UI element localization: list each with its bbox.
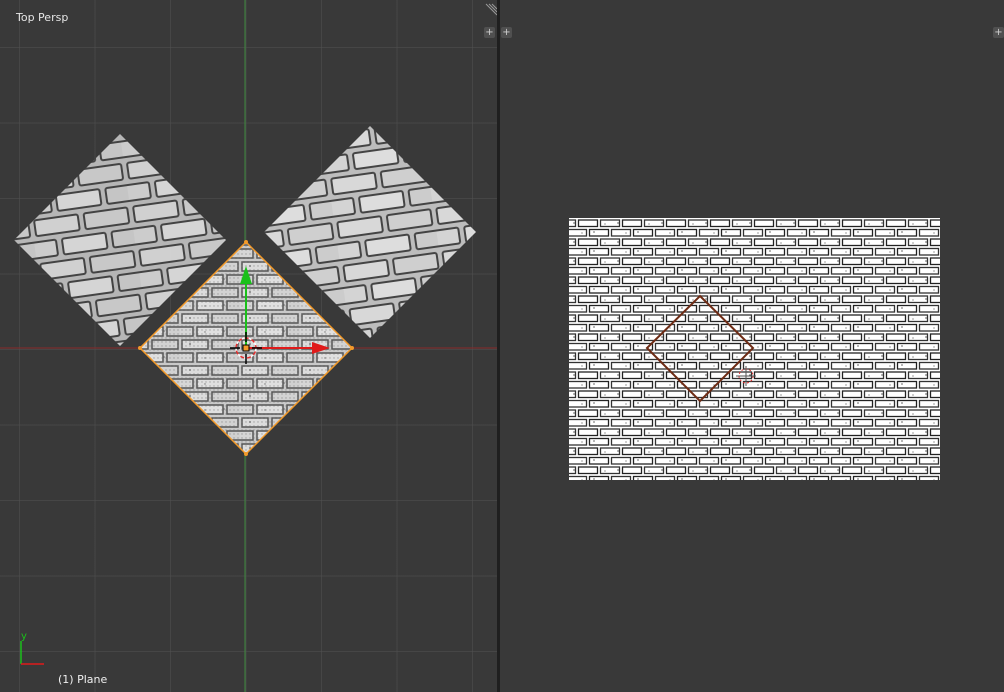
blender-window: y Top Persp (1) Plane + + +: [0, 0, 1004, 692]
active-object-label: (1) Plane: [58, 673, 108, 686]
3d-viewport[interactable]: y Top Persp (1) Plane +: [0, 0, 497, 692]
axis-indicator-icon: [20, 641, 44, 665]
area-split-icon[interactable]: [485, 3, 497, 16]
axis-indicator-y-label: y: [21, 631, 27, 642]
region-toggle-icon[interactable]: +: [484, 27, 495, 38]
uv-canvas[interactable]: [500, 0, 1004, 692]
region-toggle-icon[interactable]: +: [501, 27, 512, 38]
view-name-label: Top Persp: [16, 11, 69, 24]
viewport-scene[interactable]: y: [0, 0, 497, 692]
uv-texture-image[interactable]: [569, 218, 940, 480]
region-toggle-icon[interactable]: +: [993, 27, 1004, 38]
uv-image-editor[interactable]: + +: [500, 0, 1004, 692]
